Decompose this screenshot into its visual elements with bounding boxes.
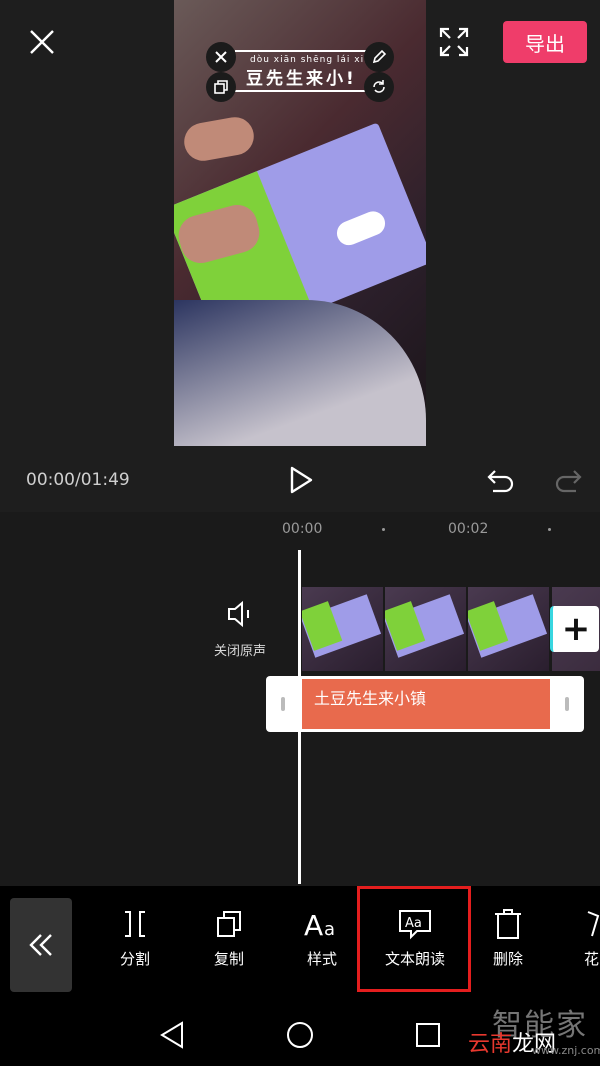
flower-icon [587, 911, 600, 937]
timeline-tick: 00:02 [448, 521, 489, 537]
timeline-dot [548, 528, 551, 531]
tool-label: 花 [584, 950, 600, 968]
caption-copy-icon[interactable] [206, 72, 236, 102]
text-clip-left-handle[interactable] [281, 697, 285, 711]
tool-flower[interactable]: 花 [556, 908, 600, 969]
text-clip-right-handle[interactable] [565, 697, 569, 711]
recents-nav-icon[interactable] [414, 1021, 442, 1053]
tool-label: 分割 [119, 950, 150, 968]
playback-time: 00:00/01:49 [26, 470, 130, 490]
tool-style[interactable]: Aa 样式 [277, 908, 367, 969]
caption-rotate-icon[interactable] [364, 72, 394, 102]
caption-text: 豆先生来小! [246, 69, 357, 89]
speaker-icon [228, 600, 249, 628]
timeline-tick: 00:00 [282, 521, 323, 537]
caption-delete-icon[interactable] [206, 42, 236, 72]
mute-label: 关闭原声 [213, 644, 266, 659]
fullscreen-icon[interactable] [438, 26, 470, 58]
back-nav-icon[interactable] [158, 1020, 186, 1054]
watermark-url: www.znj.com [532, 1044, 600, 1057]
add-clip-button[interactable]: + [550, 606, 599, 652]
split-icon [125, 911, 145, 937]
collapse-button[interactable] [10, 898, 72, 992]
timeline-dot [382, 528, 385, 531]
delete-icon [495, 909, 521, 939]
export-button[interactable]: 导出 [503, 21, 587, 63]
watermark-red: 云南 [468, 1032, 513, 1057]
hand-image [181, 114, 257, 164]
tool-split[interactable]: 分割 [90, 908, 180, 969]
caption-edit-icon[interactable] [364, 42, 394, 72]
video-clip-thumbnail [302, 587, 383, 671]
video-track[interactable] [302, 587, 552, 671]
style-icon: Aa [304, 909, 335, 940]
home-nav-icon[interactable] [285, 1020, 315, 1054]
play-icon[interactable] [286, 464, 316, 496]
playhead[interactable] [298, 550, 301, 884]
mute-original-button[interactable]: 关闭原声 [208, 600, 272, 659]
tool-label: 删除 [492, 950, 523, 968]
svg-text:A: A [304, 909, 323, 940]
video-clip-thumbnail [468, 587, 549, 671]
svg-text:a: a [324, 919, 335, 940]
tool-copy[interactable]: 复制 [184, 908, 274, 969]
tool-label: 复制 [213, 950, 244, 968]
copy-icon [217, 911, 241, 937]
knees-image [174, 300, 426, 446]
redo-icon[interactable] [552, 463, 584, 497]
video-clip-thumbnail [385, 587, 466, 671]
text-clip-label: 土豆先生来小镇 [314, 689, 427, 708]
close-icon[interactable] [26, 26, 58, 58]
text-clip[interactable]: 土豆先生来小镇 [302, 679, 550, 729]
undo-icon[interactable] [485, 463, 517, 497]
tool-delete[interactable]: 删除 [463, 908, 553, 969]
double-chevron-left-icon [29, 934, 52, 956]
highlight-box [357, 886, 471, 992]
tool-label: 样式 [306, 950, 337, 968]
